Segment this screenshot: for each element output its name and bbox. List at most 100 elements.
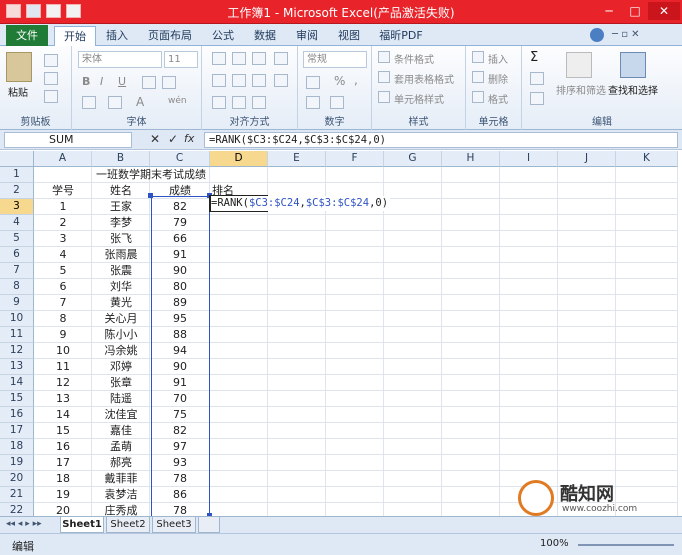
cell[interactable] (500, 423, 558, 439)
tab-insert[interactable]: 插入 (98, 26, 136, 46)
cell[interactable] (558, 263, 616, 279)
row-header-19[interactable]: 19 (0, 455, 34, 471)
row-header-2[interactable]: 2 (0, 183, 34, 199)
font-size-select[interactable]: 11 (164, 51, 198, 68)
cell[interactable] (384, 327, 442, 343)
sheet-tab-sheet2[interactable]: Sheet2 (106, 517, 150, 533)
cell[interactable] (500, 183, 558, 199)
delete-cells-icon[interactable] (472, 71, 484, 83)
cell[interactable] (500, 199, 558, 215)
delete-cells-button[interactable]: 删除 (488, 71, 508, 86)
cell[interactable] (326, 487, 384, 503)
cell[interactable] (500, 375, 558, 391)
cell[interactable] (558, 423, 616, 439)
cell[interactable] (442, 455, 500, 471)
student-id-cell[interactable]: 6 (34, 279, 92, 295)
student-name-cell[interactable]: 张雨晨 (92, 247, 150, 263)
paste-label[interactable]: 粘贴 (8, 84, 28, 99)
column-header-e[interactable]: E (268, 151, 326, 167)
student-id-cell[interactable]: 2 (34, 215, 92, 231)
format-painter-icon[interactable] (44, 90, 58, 103)
tab-data[interactable]: 数据 (246, 26, 284, 46)
insert-sheet-icon[interactable] (198, 517, 220, 533)
score-cell[interactable]: 93 (150, 455, 210, 471)
row-header-18[interactable]: 18 (0, 439, 34, 455)
align-middle-icon[interactable] (232, 52, 246, 65)
row-header-17[interactable]: 17 (0, 423, 34, 439)
score-cell[interactable]: 82 (150, 199, 210, 215)
cell[interactable] (210, 455, 268, 471)
cell[interactable] (268, 359, 326, 375)
help-icon[interactable] (590, 28, 604, 42)
cell[interactable] (442, 471, 500, 487)
cell[interactable] (442, 343, 500, 359)
cell[interactable] (210, 375, 268, 391)
cell[interactable] (210, 439, 268, 455)
student-id-cell[interactable]: 9 (34, 327, 92, 343)
row-header-3[interactable]: 3 (0, 199, 34, 215)
cell[interactable] (442, 199, 500, 215)
cell[interactable] (210, 359, 268, 375)
cell[interactable] (558, 407, 616, 423)
align-top-icon[interactable] (212, 52, 226, 65)
zoom-slider[interactable] (578, 544, 674, 546)
tab-home[interactable]: 开始 (54, 26, 96, 47)
cell[interactable] (442, 487, 500, 503)
cell[interactable] (326, 247, 384, 263)
student-id-cell[interactable]: 14 (34, 407, 92, 423)
score-cell[interactable]: 86 (150, 487, 210, 503)
percent-button[interactable]: % (334, 74, 345, 88)
cell[interactable] (500, 343, 558, 359)
cell[interactable] (210, 487, 268, 503)
student-name-cell[interactable]: 袁梦洁 (92, 487, 150, 503)
cell[interactable] (558, 183, 616, 199)
tab-foxit-pdf[interactable]: 福昕PDF (372, 26, 430, 46)
cell[interactable] (442, 423, 500, 439)
header-name[interactable]: 姓名 (92, 183, 150, 199)
cell[interactable] (616, 311, 678, 327)
decrease-decimal-icon[interactable] (330, 96, 344, 109)
conditional-format-icon[interactable] (378, 51, 390, 63)
phonetic-icon[interactable]: wén (168, 96, 187, 106)
cell[interactable] (268, 215, 326, 231)
cell[interactable] (384, 279, 442, 295)
tab-file[interactable]: 文件 (6, 25, 48, 46)
cell[interactable] (500, 231, 558, 247)
score-cell[interactable]: 91 (150, 375, 210, 391)
cell[interactable] (558, 279, 616, 295)
cell-styles-icon[interactable] (378, 91, 390, 103)
cell[interactable] (326, 311, 384, 327)
student-name-cell[interactable]: 嘉佳 (92, 423, 150, 439)
cell[interactable] (616, 279, 678, 295)
row-header-16[interactable]: 16 (0, 407, 34, 423)
cell[interactable] (442, 215, 500, 231)
cell[interactable] (384, 199, 442, 215)
column-header-k[interactable]: K (616, 151, 678, 167)
formula-input[interactable]: =RANK($C3:$C24,$C$3:$C$24,0) (204, 132, 678, 148)
cell[interactable] (442, 167, 500, 183)
header-student-id[interactable]: 学号 (34, 183, 92, 199)
column-header-g[interactable]: G (384, 151, 442, 167)
cell[interactable] (442, 503, 500, 516)
score-cell[interactable]: 91 (150, 247, 210, 263)
align-center-icon[interactable] (232, 74, 246, 87)
cell[interactable] (210, 215, 268, 231)
score-cell[interactable]: 94 (150, 343, 210, 359)
cancel-formula-icon[interactable]: ✕ (150, 132, 160, 146)
bold-button[interactable]: B (82, 75, 90, 88)
cell[interactable] (326, 167, 384, 183)
cell[interactable] (268, 311, 326, 327)
ribbon-window-controls[interactable]: ─ ▫ ✕ (612, 29, 672, 41)
score-cell[interactable]: 95 (150, 311, 210, 327)
column-header-d[interactable]: D (210, 151, 268, 167)
student-name-cell[interactable]: 郝亮 (92, 455, 150, 471)
sheet-nav-arrows-icon[interactable]: ◂◂ ◂ ▸ ▸▸ (6, 519, 42, 529)
find-select-icon[interactable] (620, 52, 646, 78)
cell[interactable] (384, 455, 442, 471)
column-header-f[interactable]: F (326, 151, 384, 167)
cell[interactable] (326, 375, 384, 391)
row-header-15[interactable]: 15 (0, 391, 34, 407)
column-header-j[interactable]: J (558, 151, 616, 167)
cell[interactable] (384, 423, 442, 439)
student-id-cell[interactable]: 8 (34, 311, 92, 327)
